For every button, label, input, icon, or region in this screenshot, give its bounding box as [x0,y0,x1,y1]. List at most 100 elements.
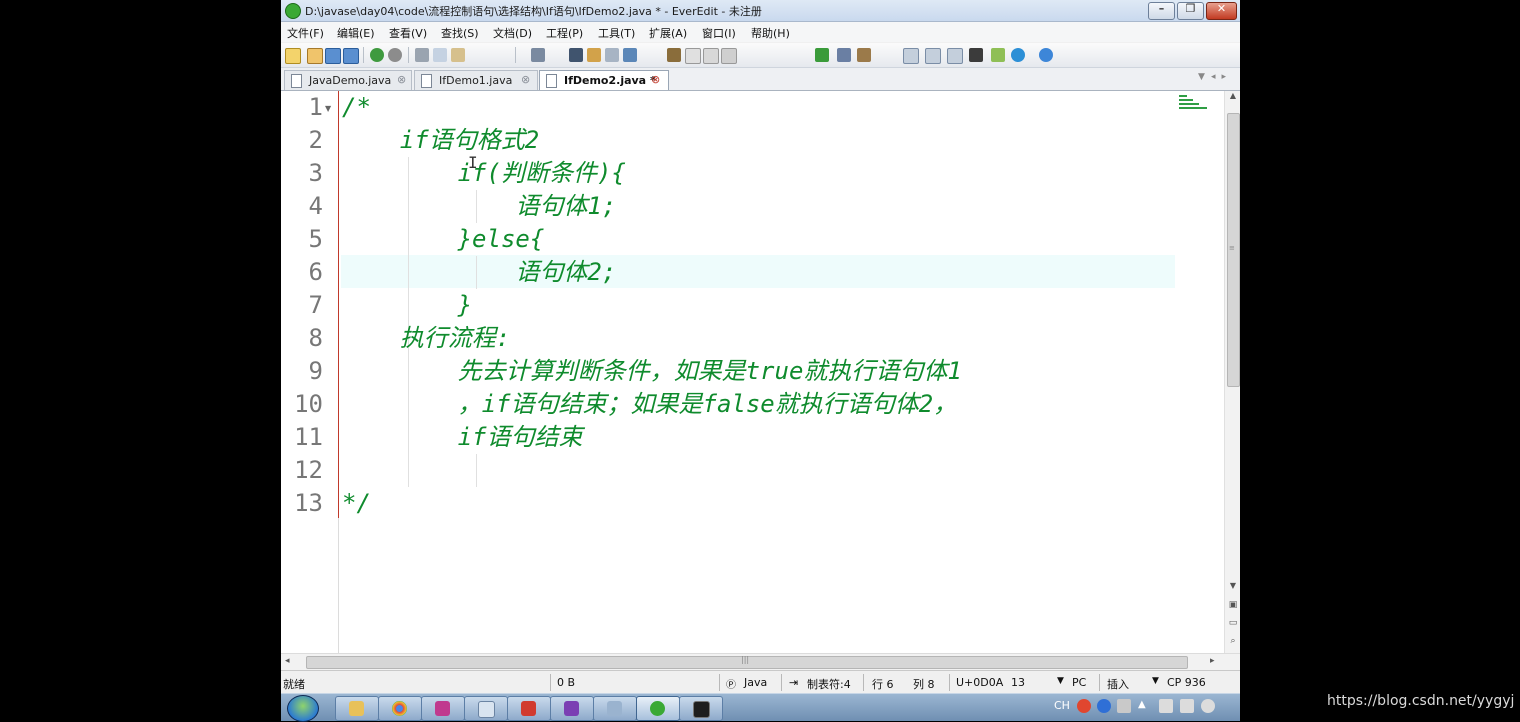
everedit-logo-icon [285,3,301,19]
status-insert-mode[interactable]: 插入 [1107,676,1129,692]
toolbar-separator [408,47,409,63]
sogou-icon[interactable] [1077,699,1091,713]
tools-icon[interactable] [857,48,871,62]
status-separator [719,674,720,691]
close-tab-icon[interactable]: ⊗ [397,73,406,86]
tab-scroll-icons[interactable]: ▼◂▸ [1198,72,1232,82]
horizontal-scrollbar[interactable]: ◂ ||| ▸ [281,653,1240,670]
restore-button[interactable]: ❐ [1177,2,1204,20]
title-bar[interactable]: D:\javase\day04\code\流程控制语句\选择结构\If语句\If… [281,0,1240,22]
document-icon [546,74,557,88]
open-folder-icon[interactable] [307,48,323,64]
paint-icon [607,701,622,716]
bookmark-icon[interactable] [623,48,637,62]
copy-icon[interactable] [433,48,447,62]
volume-icon[interactable] [1201,699,1215,713]
close-window-button[interactable]: ✕ [1206,2,1237,20]
minimap[interactable] [1179,93,1211,115]
status-language[interactable]: Java [744,676,767,689]
status-tab-setting[interactable]: 制表符:4 [807,676,851,692]
chart-icon[interactable] [991,48,1005,62]
windows-taskbar: CH ▲ [281,693,1240,722]
menu-project[interactable]: 工程(P) [546,25,583,41]
terminal-icon[interactable] [969,48,983,62]
status-encoding[interactable]: CP 936 [1167,676,1206,689]
taskbar-paint[interactable] [593,696,637,721]
save-icon[interactable] [325,48,341,64]
flag-icon[interactable] [1159,699,1173,713]
scroll-up-icon[interactable]: ▲ [1225,91,1240,105]
scroll-down-icon[interactable]: ▼ [1225,581,1240,595]
document-icon [291,74,302,88]
panel-icon[interactable] [903,48,919,64]
tab-label: JavaDemo.java [309,74,392,87]
start-button[interactable] [287,695,319,722]
scroll-right-icon[interactable]: ▸ [1210,656,1215,666]
tab-javademo[interactable]: JavaDemo.java ⊗ [284,70,412,90]
help-icon[interactable] [1097,699,1111,713]
menu-edit[interactable]: 编辑(E) [337,25,375,41]
taskbar-onenote[interactable] [550,696,594,721]
menu-window[interactable]: 窗口(I) [702,25,736,41]
format-icon[interactable] [531,48,545,62]
close-tab-icon[interactable]: ⊗ [651,73,660,86]
code-line: /* [342,93,371,121]
vertical-scrollbar[interactable]: ▲ ≡ ▼ ▣▭⌕⌕ [1224,91,1240,664]
taskbar-recorder[interactable] [507,696,551,721]
status-line-ending[interactable]: PC [1072,676,1086,689]
taskbar-explorer[interactable] [335,696,379,721]
show-hidden-icons-icon[interactable]: ▲ [1138,699,1152,713]
window-icon[interactable] [837,48,851,62]
paste-icon[interactable] [451,48,465,62]
settings-icon[interactable] [703,48,719,64]
toolbar-separator [515,47,516,63]
dropdown-arrow-icon[interactable]: ▼ [1152,676,1159,686]
taskbar-notepad[interactable] [464,696,508,721]
tab-ifdemo2[interactable]: IfDemo2.java * ⊗ [539,70,669,90]
find-in-files-icon[interactable] [605,48,619,62]
minimize-icon: – [1158,2,1165,15]
code-editor[interactable]: ▼ 1 2 3 4 5 6 7 8 9 10 11 12 13 /* if语句格… [281,91,1224,653]
browser-icon[interactable] [1011,48,1025,62]
menu-file[interactable]: 文件(F) [287,25,324,41]
run-icon[interactable] [815,48,829,62]
scroll-left-icon[interactable]: ◂ [285,656,290,666]
code-line: if语句结束 [342,423,583,451]
find-icon[interactable] [569,48,583,62]
layout-icon[interactable] [925,48,941,64]
taskbar-app[interactable] [421,696,465,721]
save-all-icon[interactable] [343,48,359,64]
minimize-button[interactable]: – [1148,2,1175,20]
menu-search[interactable]: 查找(S) [441,25,479,41]
status-separator [781,674,782,691]
redo-icon[interactable] [388,48,402,62]
menu-view[interactable]: 查看(V) [389,25,427,41]
menu-document[interactable]: 文档(D) [493,25,532,41]
replace-icon[interactable] [587,48,601,62]
code-line: if(判断条件){ [342,159,626,187]
document-icon[interactable] [947,48,963,64]
taskbar-everedit[interactable] [636,696,680,721]
undo-icon[interactable] [370,48,384,62]
document-icon [421,74,432,88]
menu-help[interactable]: 帮助(H) [751,25,790,41]
plugin-icon[interactable] [721,48,737,64]
cut-icon[interactable] [415,48,429,62]
app-icon [435,701,450,716]
network-icon[interactable] [1180,699,1194,713]
close-tab-icon[interactable]: ⊗ [521,73,530,86]
menu-tools[interactable]: 工具(T) [598,25,635,41]
macro-icon[interactable] [667,48,681,62]
menu-extensions[interactable]: 扩展(A) [649,25,687,41]
taskbar-cmd[interactable] [679,696,723,721]
ime-indicator[interactable]: CH [1054,699,1070,712]
new-file-icon[interactable] [285,48,301,64]
dropdown-arrow-icon[interactable]: ▼ [1057,676,1064,686]
fold-arrow-icon[interactable]: ▼ [325,104,331,113]
window-title: D:\javase\day04\code\流程控制语句\选择结构\If语句\If… [305,5,762,18]
tab-ifdemo1[interactable]: IfDemo1.java ⊗ [414,70,538,90]
help-icon[interactable] [1039,48,1053,62]
taskbar-chrome[interactable] [378,696,422,721]
keyboard-icon[interactable] [1117,699,1131,713]
gear-icon[interactable] [685,48,701,64]
